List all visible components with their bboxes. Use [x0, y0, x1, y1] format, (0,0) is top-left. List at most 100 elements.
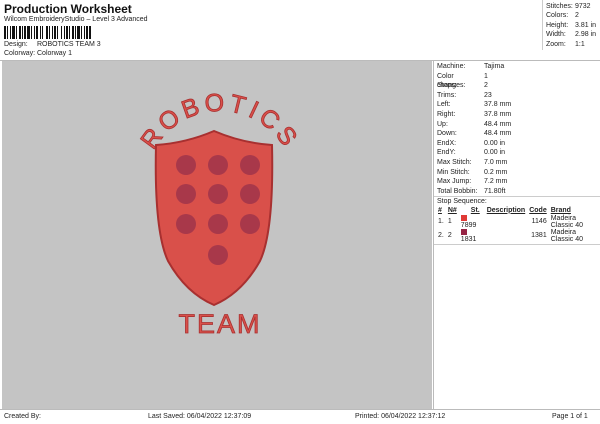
detail-row: Right: 37.8 mm: [434, 110, 600, 120]
detail-value: 71.80ft: [484, 187, 506, 195]
detail-label: Down:: [437, 130, 457, 138]
stat-value: 1:1: [575, 40, 585, 48]
detail-value: 0.00 in: [484, 149, 506, 157]
printed-date: Printed: 06/04/2022 12:37:12: [355, 413, 446, 420]
detail-value: 37.8 mm: [484, 101, 512, 109]
stop-sequence-table: # N# St. Description Code Brand 1. 1 789…: [436, 206, 600, 243]
detail-label: Left:: [437, 101, 451, 109]
stat-row: Stitches: 9732: [546, 2, 597, 11]
stat-row: Width: 2.98 in: [546, 30, 597, 39]
detail-label: Color changes:: [437, 72, 466, 90]
design-value: ROBOTICS TEAM 3: [37, 41, 101, 48]
shield-dot: [176, 214, 196, 234]
stat-row: Colors: 2: [546, 11, 597, 20]
thread-brand: Madeira Classic 40: [550, 214, 584, 229]
detail-label: Min Stitch:: [437, 168, 470, 176]
thread-code: 1381: [531, 232, 547, 240]
detail-row: Trims: 23: [434, 91, 600, 101]
col-header: St.: [470, 206, 480, 214]
stat-value: 2: [575, 12, 579, 20]
col-header: Description: [486, 206, 526, 214]
detail-label: Max Stitch:: [437, 158, 472, 166]
stat-label: Stitches:: [546, 3, 573, 10]
detail-row: Min Stitch: 0.2 mm: [434, 168, 600, 178]
stat-row: Height: 3.81 in: [546, 21, 597, 30]
detail-row: Down: 48.4 mm: [434, 129, 600, 139]
detail-value: 48.4 mm: [484, 120, 512, 128]
col-header: Brand: [550, 206, 571, 214]
color-swatch: [460, 215, 467, 222]
detail-row: Stops: 2: [434, 81, 600, 91]
detail-label: Max Jump:: [437, 178, 472, 186]
stats-box: Stitches: 9732 Colors: 2 Height: 3.81 in Wi…: [542, 0, 600, 50]
detail-value: 0.00 in: [484, 139, 506, 147]
design-preview: ROBOTICS TEAM: [2, 61, 432, 409]
detail-row: Total Bobbin: 71.80ft: [434, 187, 600, 197]
barcode: [4, 26, 126, 39]
detail-label: Right:: [437, 110, 456, 118]
embroidery-design: ROBOTICS TEAM: [135, 88, 301, 339]
page-title: Production Worksheet: [4, 2, 132, 16]
team-text: TEAM: [178, 309, 261, 339]
detail-row: Color changes: 1: [434, 72, 600, 90]
stitch-cell: 7899: [459, 215, 485, 229]
shield-dot: [240, 184, 260, 204]
detail-row: EndY: 0.00 in: [434, 148, 600, 158]
shield-dot: [208, 214, 228, 234]
col-header: Code: [529, 206, 547, 214]
detail-label: Up:: [437, 120, 448, 128]
stat-label: Colors:: [546, 12, 569, 20]
detail-value: 0.2 mm: [484, 168, 508, 176]
detail-row: Max Jump: 7.2 mm: [434, 177, 600, 187]
table-row: 1. 1 7899 1146 Madeira Classic 40: [436, 215, 600, 229]
detail-label: Total Bobbin:: [437, 187, 478, 195]
needle-number: 1: [447, 218, 452, 226]
col-header: #: [438, 206, 442, 214]
shield-dot: [240, 155, 260, 175]
stat-value: 9732: [575, 3, 591, 10]
shield-dot: [176, 155, 196, 175]
shield-dot: [176, 184, 196, 204]
design-label: Design:: [4, 41, 28, 48]
thread-code: 1146: [531, 218, 547, 226]
description: [485, 215, 528, 229]
stat-label: Width:: [546, 31, 566, 39]
stitch-count: 7899: [460, 221, 477, 229]
needle-number: 2: [447, 232, 452, 240]
last-saved: Last Saved: 06/04/2022 12:37:09: [148, 413, 252, 420]
stitch-count: 1831: [460, 235, 477, 243]
description: [485, 229, 528, 243]
stop-sequence-title: Stop Sequence:: [434, 196, 600, 206]
shield-dot: [208, 155, 228, 175]
stat-label: Zoom:: [546, 40, 566, 48]
detail-row: Left: 37.8 mm: [434, 100, 600, 110]
software-name: Wilcom EmbroideryStudio – Level 3 Advanc…: [4, 16, 148, 23]
col-header: N#: [447, 206, 457, 214]
detail-row: Max Stitch: 7.0 mm: [434, 158, 600, 168]
detail-value: 2: [484, 82, 488, 90]
colorway-value: Colorway 1: [37, 50, 73, 57]
page-number: Page 1 of 1: [552, 413, 588, 420]
stitch-cell: 1831: [459, 229, 485, 243]
stat-value: 2.98 in: [575, 31, 597, 39]
detail-value: 37.8 mm: [484, 110, 512, 118]
detail-value: 48.4 mm: [484, 130, 512, 138]
detail-value: Tajima: [484, 63, 505, 70]
shield-dot: [240, 214, 260, 234]
detail-label: Stops:: [437, 82, 457, 90]
details-panel: Machine: Tajima Color changes: 1 Stops: 2 Trim…: [433, 61, 600, 409]
detail-row: EndX: 0.00 in: [434, 139, 600, 149]
stat-label: Height:: [546, 21, 569, 29]
detail-row: Up: 48.4 mm: [434, 120, 600, 130]
shield-dot: [208, 245, 228, 265]
detail-value: 23: [484, 91, 492, 99]
stop-number: 1.: [438, 218, 444, 226]
stop-number: 2.: [438, 232, 444, 240]
stat-row: Zoom: 1:1: [546, 40, 597, 49]
created-by: Created By:: [4, 413, 41, 420]
detail-label: EndX:: [437, 139, 457, 147]
footer: Created By: Last Saved: 06/04/2022 12:37…: [0, 409, 600, 424]
thread-brand: Madeira Classic 40: [550, 228, 584, 243]
table-row: 2. 2 1831 1381 Madeira Classic 40: [436, 229, 600, 243]
color-swatch: [460, 229, 467, 236]
